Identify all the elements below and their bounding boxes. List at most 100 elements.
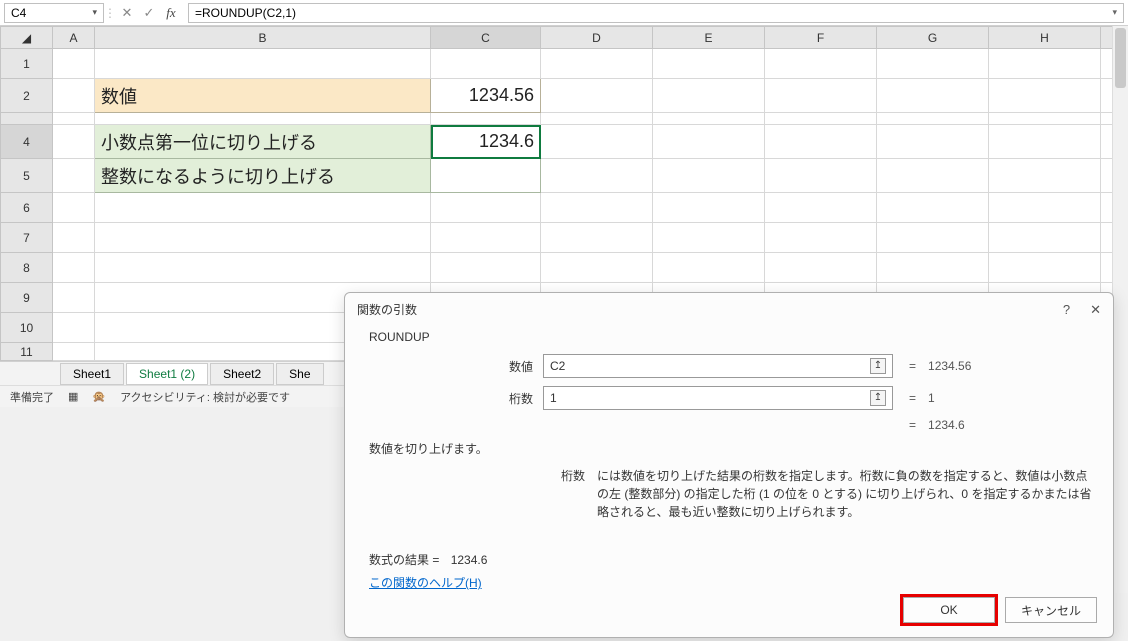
col-header-D[interactable]: D xyxy=(541,27,653,49)
cell[interactable] xyxy=(765,253,877,283)
cell[interactable] xyxy=(53,343,95,361)
cell-B2[interactable]: 数値 xyxy=(95,79,431,113)
vertical-scrollbar[interactable] xyxy=(1112,26,1128,593)
cell-B5[interactable]: 整数になるように切り上げる xyxy=(95,159,431,193)
cell-D2[interactable] xyxy=(541,79,653,113)
cell-H3[interactable] xyxy=(989,113,1101,125)
cell-H4[interactable] xyxy=(989,125,1101,159)
cell-E4[interactable] xyxy=(653,125,765,159)
cell[interactable] xyxy=(431,223,541,253)
cell[interactable] xyxy=(541,223,653,253)
cell-D5[interactable] xyxy=(541,159,653,193)
cell[interactable] xyxy=(877,223,989,253)
cell-A1[interactable] xyxy=(53,49,95,79)
cell-H2[interactable] xyxy=(989,79,1101,113)
cell-C5[interactable] xyxy=(431,159,541,193)
range-select-icon[interactable]: ↥ xyxy=(870,358,886,374)
col-header-H[interactable]: H xyxy=(989,27,1101,49)
cell-G2[interactable] xyxy=(877,79,989,113)
row-header-6[interactable]: 6 xyxy=(1,193,53,223)
sheet-tab-3[interactable]: Sheet2 xyxy=(210,363,274,385)
sheet-tab-4[interactable]: She xyxy=(276,363,323,385)
cell[interactable] xyxy=(53,313,95,343)
cell-D3[interactable] xyxy=(541,113,653,125)
cell-G4[interactable] xyxy=(877,125,989,159)
cell[interactable] xyxy=(765,223,877,253)
col-header-C[interactable]: C xyxy=(431,27,541,49)
sheet-tab-1[interactable]: Sheet1 xyxy=(60,363,124,385)
dialog-titlebar[interactable]: 関数の引数 ? ✕ xyxy=(345,293,1113,326)
cell-G3[interactable] xyxy=(877,113,989,125)
cell-A2[interactable] xyxy=(53,79,95,113)
row-header-4[interactable]: 4 xyxy=(1,125,53,159)
cell-H5[interactable] xyxy=(989,159,1101,193)
cell[interactable] xyxy=(431,193,541,223)
col-header-B[interactable]: B xyxy=(95,27,431,49)
arg-input-digits[interactable]: 1 ↥ xyxy=(543,386,893,410)
cell[interactable] xyxy=(877,193,989,223)
cell[interactable] xyxy=(431,253,541,283)
cell-G1[interactable] xyxy=(877,49,989,79)
cancel-formula-icon[interactable]: ✕ xyxy=(116,3,138,23)
cell-C1[interactable] xyxy=(431,49,541,79)
cell[interactable] xyxy=(989,223,1101,253)
row-header-7[interactable]: 7 xyxy=(1,223,53,253)
cell-C4[interactable]: 1234.6 xyxy=(431,125,541,159)
row-header-2[interactable]: 2 xyxy=(1,79,53,113)
cell-G5[interactable] xyxy=(877,159,989,193)
cell[interactable] xyxy=(95,253,431,283)
cell-F4[interactable] xyxy=(765,125,877,159)
scroll-thumb[interactable] xyxy=(1115,28,1126,88)
cancel-button[interactable]: キャンセル xyxy=(1005,597,1097,623)
cell-F2[interactable] xyxy=(765,79,877,113)
cell-D4[interactable] xyxy=(541,125,653,159)
cell[interactable] xyxy=(53,193,95,223)
cell-B4[interactable]: 小数点第一位に切り上げる xyxy=(95,125,431,159)
function-help-link[interactable]: この関数のヘルプ(H) xyxy=(369,574,1093,591)
cell[interactable] xyxy=(989,193,1101,223)
row-header-8[interactable]: 8 xyxy=(1,253,53,283)
name-box[interactable]: C4 ▾ xyxy=(4,3,104,23)
cell-A4[interactable] xyxy=(53,125,95,159)
cell[interactable] xyxy=(541,253,653,283)
close-icon[interactable]: ✕ xyxy=(1090,302,1101,318)
expand-formula-icon[interactable]: ▾ xyxy=(1112,7,1117,18)
cell-H1[interactable] xyxy=(989,49,1101,79)
cell-D1[interactable] xyxy=(541,49,653,79)
cell[interactable] xyxy=(53,283,95,313)
fx-icon[interactable]: fx xyxy=(160,3,182,23)
cell-E3[interactable] xyxy=(653,113,765,125)
help-icon[interactable]: ? xyxy=(1063,302,1070,318)
cell[interactable] xyxy=(653,223,765,253)
cell-E2[interactable] xyxy=(653,79,765,113)
cell-B3[interactable] xyxy=(95,113,431,125)
cell[interactable] xyxy=(95,223,431,253)
row-header-5[interactable]: 5 xyxy=(1,159,53,193)
cell-F5[interactable] xyxy=(765,159,877,193)
cell[interactable] xyxy=(765,193,877,223)
col-header-F[interactable]: F xyxy=(765,27,877,49)
col-header-G[interactable]: G xyxy=(877,27,989,49)
row-header-1[interactable]: 1 xyxy=(1,49,53,79)
accept-formula-icon[interactable]: ✓ xyxy=(138,3,160,23)
col-header-E[interactable]: E xyxy=(653,27,765,49)
cell[interactable] xyxy=(53,253,95,283)
cell[interactable] xyxy=(653,193,765,223)
range-select-icon[interactable]: ↥ xyxy=(870,390,886,406)
row-header-11[interactable]: 11 xyxy=(1,343,53,361)
cell-F3[interactable] xyxy=(765,113,877,125)
cell-C3[interactable] xyxy=(431,113,541,125)
select-all-corner[interactable]: ◢ xyxy=(1,27,53,49)
cell-F1[interactable] xyxy=(765,49,877,79)
cell[interactable] xyxy=(95,193,431,223)
cell-A3[interactable] xyxy=(53,113,95,125)
cell-E1[interactable] xyxy=(653,49,765,79)
cell[interactable] xyxy=(989,253,1101,283)
cell-A5[interactable] xyxy=(53,159,95,193)
cell[interactable] xyxy=(653,253,765,283)
ok-button[interactable]: OK xyxy=(903,597,995,623)
arg-input-number[interactable]: C2 ↥ xyxy=(543,354,893,378)
sheet-tab-2[interactable]: Sheet1 (2) xyxy=(126,363,208,385)
row-header-3[interactable] xyxy=(1,113,53,125)
row-header-9[interactable]: 9 xyxy=(1,283,53,313)
